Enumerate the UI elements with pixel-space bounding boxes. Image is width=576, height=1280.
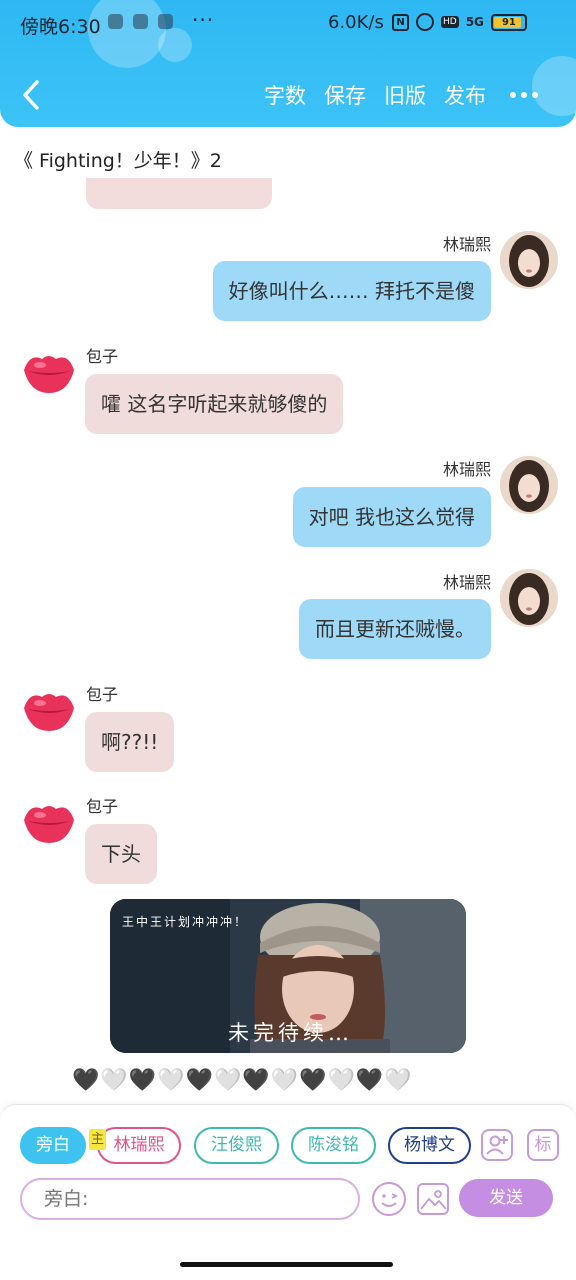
main-role-badge: 主	[89, 1129, 106, 1150]
notification-icon	[158, 14, 173, 29]
speaker-name: 林瑞熙	[442, 235, 491, 254]
message-bubble[interactable]: 对吧 我也这么觉得	[292, 487, 491, 547]
signal-icon: 5G	[465, 15, 484, 29]
role-chip-wang-junxi[interactable]: 汪俊熙	[194, 1127, 279, 1164]
battery-level: 91	[501, 16, 516, 28]
speaker-name: 包子	[86, 347, 119, 366]
photo-caption-bottom: 未完待续…	[228, 1021, 353, 1045]
lips-avatar-icon	[24, 356, 74, 393]
avatar[interactable]	[20, 343, 78, 401]
image-button[interactable]	[417, 1183, 449, 1215]
emoji-icon	[381, 1193, 399, 1207]
speaker-name: 林瑞熙	[442, 460, 491, 479]
role-chip-lin-ruixi[interactable]: 林瑞熙	[97, 1127, 181, 1164]
avatar[interactable]	[500, 231, 558, 289]
hd-icon: HD	[441, 16, 459, 28]
girl-avatar-icon	[500, 231, 558, 289]
avatar[interactable]	[500, 456, 558, 514]
alarm-icon	[416, 13, 434, 31]
send-button[interactable]: 发送	[459, 1179, 553, 1217]
role-chip-narrator[interactable]: 旁白	[20, 1127, 86, 1164]
emoji-button[interactable]	[372, 1182, 406, 1216]
nav-actions: 字数 保存 旧版 发布	[264, 80, 486, 110]
home-indicator[interactable]	[180, 1262, 393, 1267]
nfc-icon: N	[392, 13, 409, 31]
avatar[interactable]	[20, 681, 78, 739]
message-bubble[interactable]: 啊??!!	[85, 712, 175, 772]
more-dot	[532, 92, 538, 98]
avatar[interactable]	[500, 569, 558, 627]
message-bubble[interactable]: 嚯 这名字听起来就够傻的	[85, 374, 344, 434]
battery-icon: 91	[490, 13, 527, 31]
tag-button[interactable]: 标	[527, 1129, 559, 1161]
decorative-bubble	[532, 56, 576, 116]
status-bar: 傍晚6:30 ··· 6.0K/s N HD 5G 91	[0, 0, 576, 48]
previous-message-bubble	[86, 178, 272, 209]
image-icon	[420, 1190, 447, 1210]
girl-avatar-icon	[500, 569, 558, 627]
message-bubble[interactable]: 下头	[85, 824, 157, 884]
notification-icon	[133, 14, 148, 29]
message-input[interactable]	[20, 1178, 360, 1220]
status-more-icon: ···	[192, 8, 215, 32]
message-bubble[interactable]: 好像叫什么…… 拜托不是傻	[212, 261, 491, 321]
more-dot	[510, 92, 516, 98]
publish-button[interactable]: 发布	[444, 80, 486, 110]
photo-caption-top: 王中王计划冲冲冲！	[122, 915, 249, 929]
avatar[interactable]	[20, 793, 78, 851]
hearts-row: 🖤🤍🖤🤍🖤🤍🖤🤍🖤🤍🖤🤍	[72, 1068, 413, 1093]
chapter-title: 《 Fighting！少年！》2	[14, 150, 222, 172]
top-header: 傍晚6:30 ··· 6.0K/s N HD 5G 91 字数 保存 旧版 发布	[0, 0, 576, 127]
lips-avatar-icon	[24, 806, 74, 843]
message-bubble[interactable]: 而且更新还贼慢。	[299, 599, 491, 659]
more-options-button[interactable]	[510, 92, 538, 98]
old-version-button[interactable]: 旧版	[384, 80, 426, 110]
speaker-name: 包子	[86, 797, 119, 816]
chevron-left-icon	[23, 80, 39, 110]
speaker-name: 林瑞熙	[442, 573, 491, 592]
network-speed: 6.0K/s	[328, 12, 384, 33]
role-chip-chen-junming[interactable]: 陈浚铭	[291, 1127, 376, 1164]
add-role-button[interactable]	[481, 1129, 513, 1161]
speaker-name: 包子	[86, 685, 119, 704]
more-dot	[521, 92, 527, 98]
save-button[interactable]: 保存	[324, 80, 366, 110]
notification-icon	[108, 14, 123, 29]
word-count-button[interactable]: 字数	[264, 80, 306, 110]
status-time: 傍晚6:30	[20, 16, 101, 38]
back-button[interactable]	[20, 78, 44, 112]
system-icons: N HD 5G 91	[392, 13, 527, 31]
girl-avatar-icon	[500, 456, 558, 514]
lips-avatar-icon	[24, 694, 74, 731]
add-person-icon	[486, 1135, 508, 1155]
tag-icon: 标	[534, 1135, 552, 1155]
story-image[interactable]: 王中王计划冲冲冲！ 未完待续…	[110, 899, 466, 1053]
role-chip-yang-bowen[interactable]: 杨博文	[388, 1127, 471, 1164]
notification-icons	[108, 14, 173, 29]
